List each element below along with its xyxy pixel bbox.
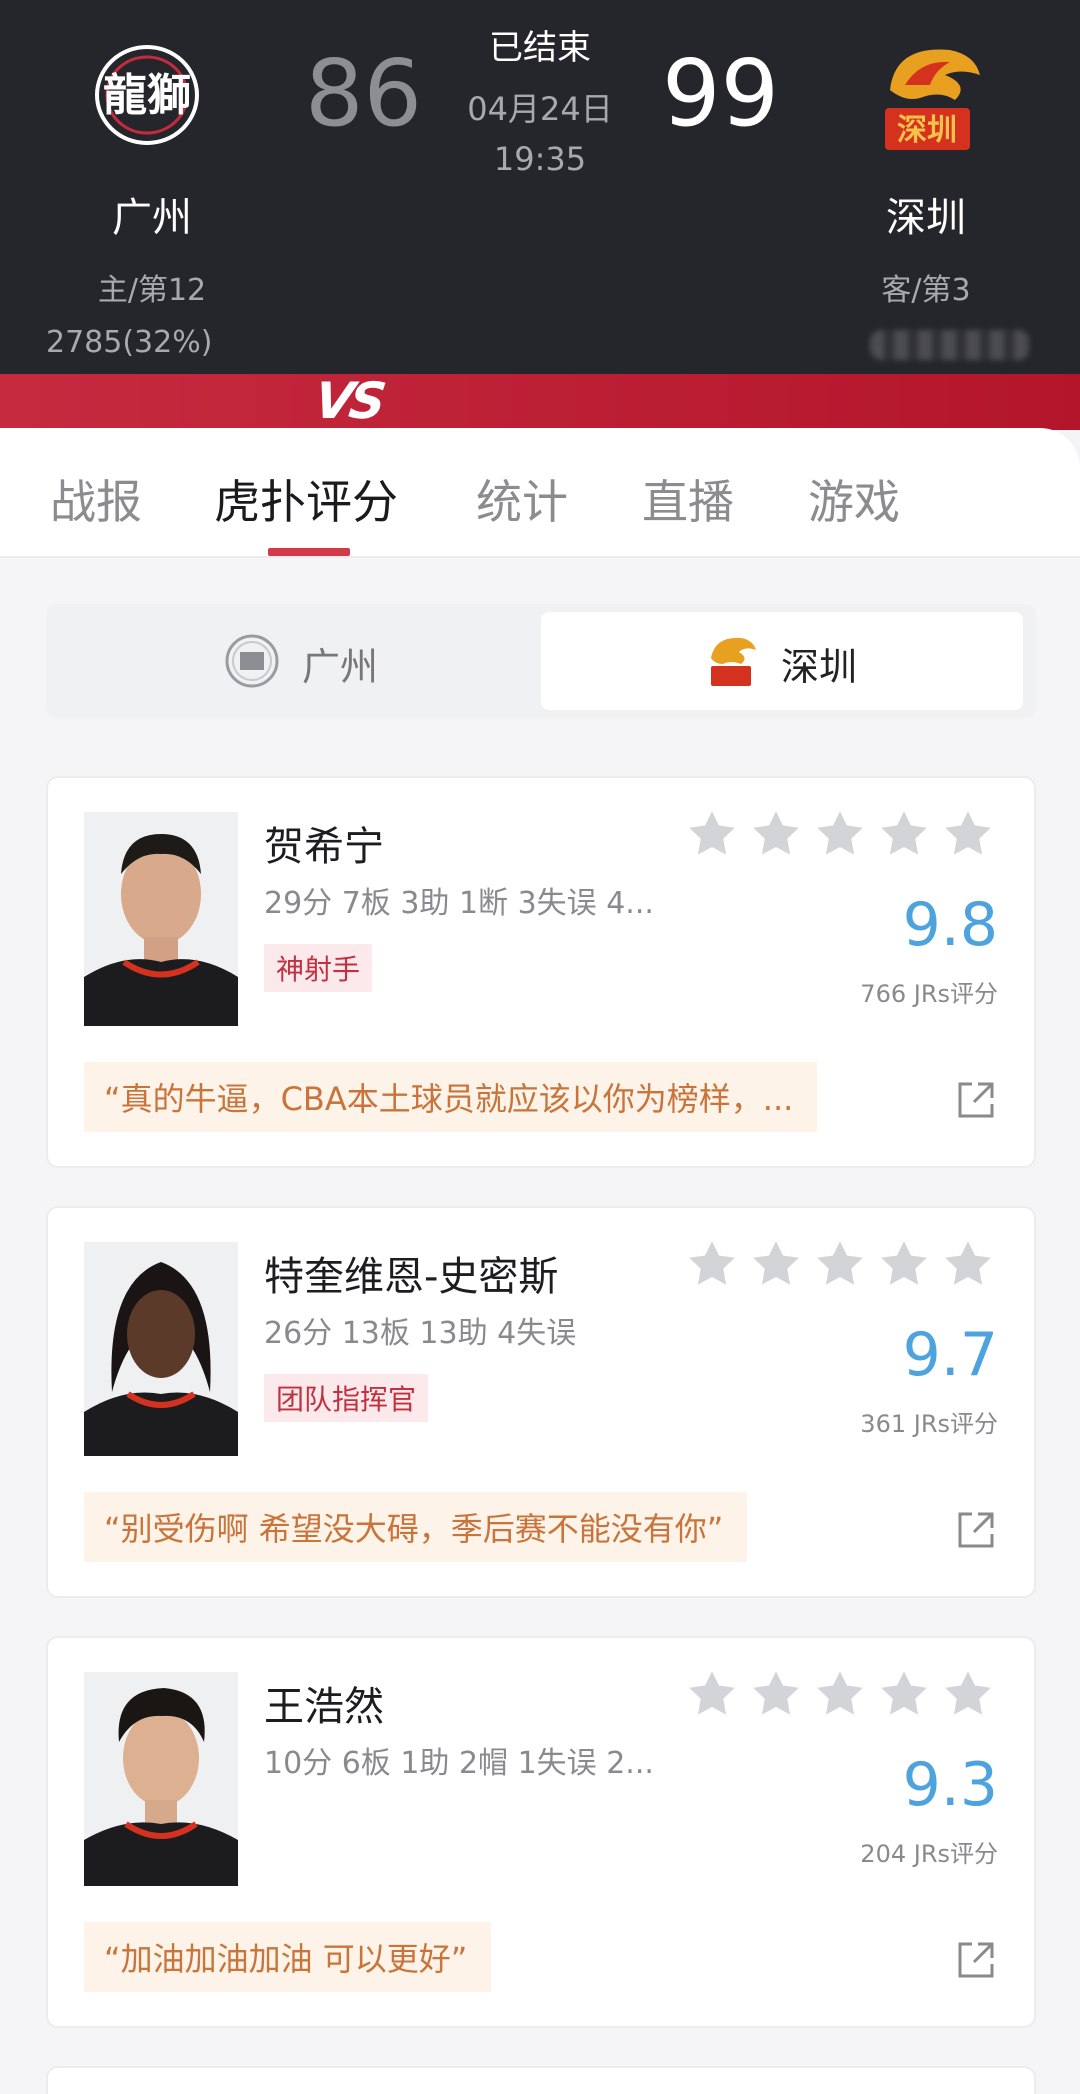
rating-stars[interactable] [686,1668,1008,1724]
player-card[interactable]: 特奎维恩-史密斯 26分 13板 13助 4失误 团队指挥官 9.7 361 J… [46,1206,1036,1598]
vs-label: VS [310,372,386,430]
player-rating: 9.3 [902,1750,998,1820]
home-team-rank: 主/第12 [97,273,207,308]
player-tag: 神射手 [264,944,373,992]
next-player-card[interactable] [46,2066,1036,2094]
away-score: 99 [662,40,780,147]
star-icon[interactable] [942,808,994,860]
shenzhen-team-logo: 深圳 [885,49,980,150]
game-date: 04月24日 [467,90,613,128]
tab-games[interactable]: 游戏 [808,466,900,532]
star-icon[interactable] [878,1668,930,1720]
active-tab-indicator [268,548,350,556]
content-sheet: 战报 虎扑评分 统计 直播 游戏 广州 深圳 贺希宁 29分 7板 3助 1断 … [0,428,1080,2094]
star-icon[interactable] [686,808,738,860]
top-comment[interactable]: “真的牛逼，CBA本土球员就应该以你为榜样，... [84,1062,818,1132]
player-rating: 9.8 [902,890,998,960]
player-rating: 9.7 [902,1320,998,1390]
star-icon[interactable] [878,1238,930,1290]
tab-stats[interactable]: 统计 [476,466,568,532]
share-icon[interactable] [954,1938,998,1982]
rating-panel: 广州 深圳 贺希宁 29分 7板 3助 1断 3失误 4... 神射手 9.8 … [0,558,1080,2094]
star-icon[interactable] [814,1668,866,1720]
star-icon[interactable] [942,1238,994,1290]
team-switch: 广州 深圳 [46,604,1036,718]
star-icon[interactable] [814,1238,866,1290]
tab-hupu-rating[interactable]: 虎扑评分 [214,466,398,532]
game-time: 19:35 [493,140,587,178]
share-icon[interactable] [954,1078,998,1122]
shenzhen-logo-text: 深圳 [897,113,957,148]
player-name: 特奎维恩-史密斯 [264,1254,559,1300]
star-icon[interactable] [686,1668,738,1720]
rating-stars[interactable] [686,808,1008,864]
team-switch-shenzhen[interactable]: 深圳 [541,612,1023,710]
star-icon[interactable] [686,1238,738,1290]
player-name: 贺希宁 [264,824,384,870]
rating-stars[interactable] [686,1238,1008,1294]
guangzhou-team-logo: 龍獅 [95,45,199,145]
game-header: 龍獅 86 已结束 04月24日 19:35 99 深圳 广州 深圳 主/第12… [0,0,1080,374]
guangzhou-logo-text: 龍獅 [103,70,191,121]
star-icon[interactable] [750,1668,802,1720]
away-support-blurred [870,330,1030,360]
player-stats: 29分 7板 3助 1断 3失误 4... [264,886,654,921]
player-card[interactable]: 贺希宁 29分 7板 3助 1断 3失误 4... 神射手 9.8 766 JR… [46,776,1036,1168]
player-card[interactable]: 王浩然 10分 6板 1助 2帽 1失误 2... 9.3 204 JRs评分 … [46,1636,1036,2028]
share-icon[interactable] [954,1508,998,1552]
player-photo [84,1242,238,1456]
team-switch-shenzhen-label: 深圳 [781,645,858,689]
away-team-rank: 客/第3 [881,273,971,308]
player-stats: 10分 6板 1助 2帽 1失误 2... [264,1746,654,1781]
player-photo [84,1672,238,1886]
player-name: 王浩然 [264,1684,384,1730]
team-switch-guangzhou-label: 广州 [302,645,379,689]
star-icon[interactable] [750,808,802,860]
home-score: 86 [305,40,423,147]
vs-band [0,374,1080,430]
star-icon[interactable] [878,808,930,860]
top-comment[interactable]: “加油加油加油 可以更好” [84,1922,492,1992]
away-team-name[interactable]: 深圳 [826,185,1026,243]
home-support-count: 2785(32%) [46,325,213,360]
star-icon[interactable] [814,808,866,860]
top-comment[interactable]: “别受伤啊 希望没大碍，季后赛不能没有你” [84,1492,748,1562]
game-status: 已结束 [489,28,591,68]
tab-bar: 战报 虎扑评分 统计 直播 游戏 [0,428,1080,558]
team-switch-guangzhou[interactable]: 广州 [54,612,536,710]
shenzhen-small-logo [711,637,756,686]
tab-live[interactable]: 直播 [642,466,734,532]
player-photo [84,812,238,1026]
rating-count: 766 JRs评分 [860,980,998,1008]
tab-report[interactable]: 战报 [50,466,142,532]
star-icon[interactable] [750,1238,802,1290]
player-stats: 26分 13板 13助 4失误 [264,1316,577,1351]
home-team-name[interactable]: 广州 [52,185,252,243]
rating-count: 361 JRs评分 [860,1410,998,1438]
guangzhou-small-logo [225,634,279,688]
player-tag: 团队指挥官 [264,1374,429,1422]
star-icon[interactable] [942,1668,994,1720]
rating-count: 204 JRs评分 [860,1840,998,1868]
